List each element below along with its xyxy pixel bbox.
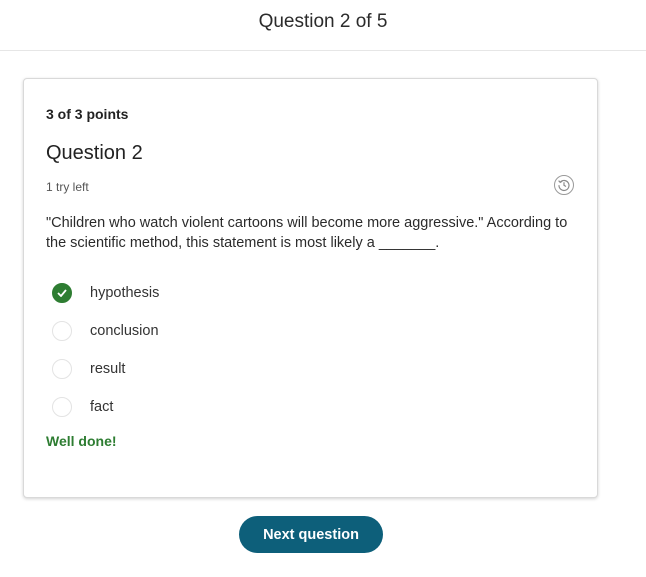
feedback-message: Well done!: [46, 433, 117, 449]
option-label: fact: [90, 399, 114, 415]
option-result[interactable]: result: [46, 350, 566, 388]
answer-options: hypothesis conclusion result fact: [46, 274, 566, 426]
points-score: 3 of 3 points: [46, 106, 129, 122]
next-question-button[interactable]: Next question: [239, 516, 383, 553]
question-card: 3 of 3 points Question 2 1 try left "Chi…: [23, 78, 598, 498]
question-title: Question 2: [46, 142, 143, 164]
radio-unselected[interactable]: [52, 359, 72, 379]
top-header: Question 2 of 5: [0, 0, 646, 51]
tries-left: 1 try left: [46, 180, 89, 194]
page-title: Question 2 of 5: [258, 11, 388, 32]
option-fact[interactable]: fact: [46, 388, 566, 426]
option-label: hypothesis: [90, 285, 160, 301]
option-label: conclusion: [90, 323, 159, 339]
check-icon: [57, 289, 67, 297]
option-hypothesis[interactable]: hypothesis: [46, 274, 566, 312]
history-icon: [558, 179, 570, 192]
option-label: result: [90, 361, 126, 377]
radio-selected[interactable]: [52, 283, 72, 303]
radio-unselected[interactable]: [52, 321, 72, 341]
radio-unselected[interactable]: [52, 397, 72, 417]
history-button[interactable]: [554, 175, 574, 195]
option-conclusion[interactable]: conclusion: [46, 312, 566, 350]
question-text: "Children who watch violent cartoons wil…: [46, 215, 568, 251]
